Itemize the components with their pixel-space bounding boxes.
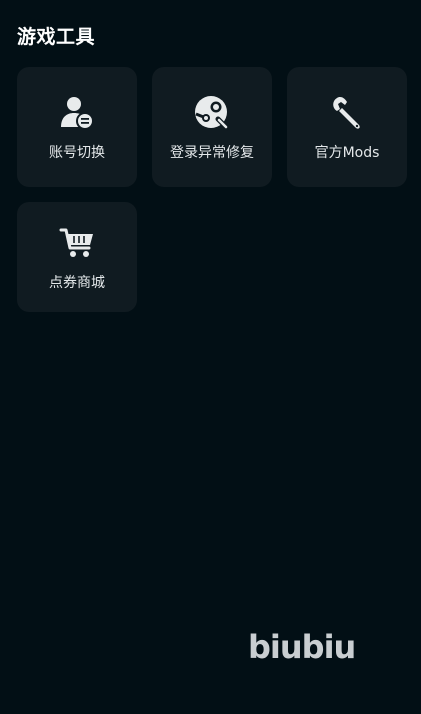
user-switch-icon [17,95,137,131]
account-switch-label: 账号切换 [49,145,105,161]
section-title: 游戏工具 [17,26,96,48]
steam-repair-icon [152,95,272,131]
coupon-mall-button[interactable]: 点券商城 [17,202,137,312]
login-repair-label: 登录异常修复 [170,145,254,161]
game-tools-panel: 游戏工具 账号切换 登录异常修复 官方Mods 点券商城 biubiu [0,0,421,714]
coupon-mall-label: 点券商城 [49,275,105,291]
cart-icon [17,226,137,260]
wrench-icon [287,95,407,131]
biubiu-logo: biubiu [248,628,356,666]
login-repair-button[interactable]: 登录异常修复 [152,67,272,187]
official-mods-label: 官方Mods [314,145,380,161]
account-switch-button[interactable]: 账号切换 [17,67,137,187]
official-mods-button[interactable]: 官方Mods [287,67,407,187]
